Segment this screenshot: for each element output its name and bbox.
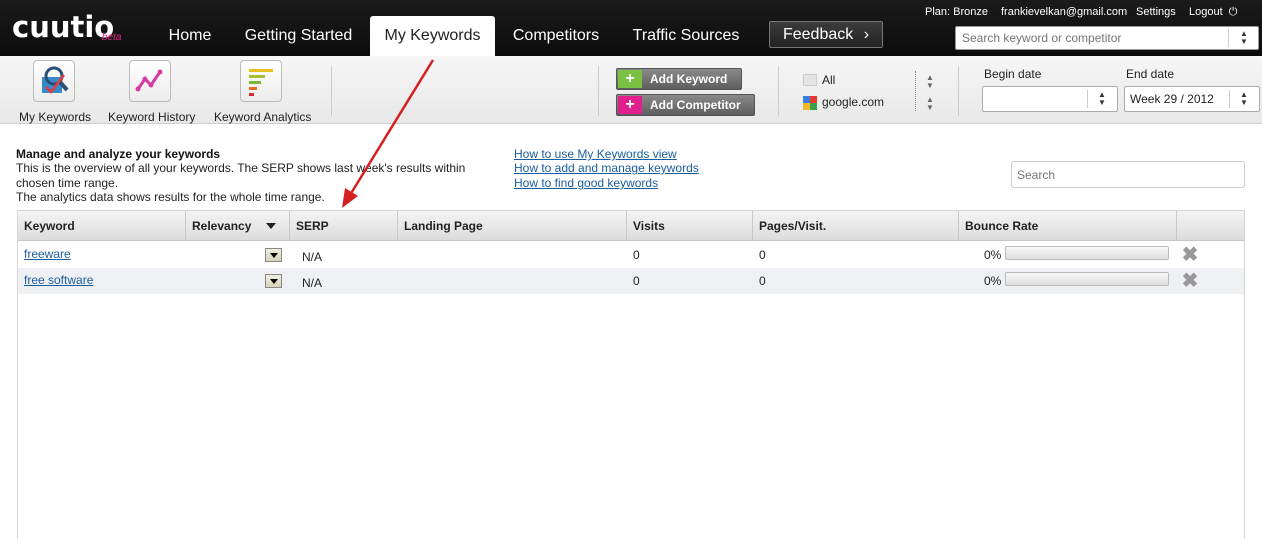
tool-my-keywords-label: My Keywords (19, 110, 92, 124)
plus-icon: + (618, 96, 642, 114)
power-icon: ⏻ (1228, 6, 1238, 18)
serp-value: N/A (302, 276, 323, 290)
delete-icon[interactable]: ✖ (1181, 245, 1199, 265)
serp-value: N/A (302, 250, 323, 264)
account-email-link[interactable]: frankievelkan@gmail.com (1001, 6, 1127, 18)
table-header: Keyword Relevancy SERP Landing Page Visi… (18, 211, 1244, 241)
table-row: freeware N/A 0 0 0% ✖ (18, 242, 1244, 268)
end-date-value: Week 29 / 2012 (1130, 92, 1214, 106)
visits-value: 0 (633, 248, 640, 262)
intro-line: The analytics data shows results for the… (16, 190, 325, 204)
divider (778, 66, 779, 116)
end-date-select[interactable]: Week 29 / 2012 ▲ ▼ (1124, 86, 1260, 112)
tab-home[interactable]: Home (155, 16, 225, 56)
pages-per-visit-value: 0 (759, 274, 766, 288)
help-link-find-good-keywords[interactable]: How to find good keywords (514, 176, 658, 190)
beta-badge: beta (102, 32, 122, 43)
tab-getting-started[interactable]: Getting Started (236, 16, 361, 56)
keyword-table-search-input[interactable] (1012, 162, 1244, 187)
google-icon (803, 96, 817, 110)
column-header-keyword[interactable]: Keyword (18, 211, 186, 240)
updown-arrows-icon[interactable]: ▲ ▼ (925, 96, 935, 112)
add-keyword-label: Add Keyword (650, 72, 728, 86)
relevancy-dropdown-button[interactable] (265, 248, 282, 262)
divider (1228, 29, 1229, 47)
sort-desc-icon (266, 223, 276, 229)
divider (1229, 90, 1230, 108)
add-competitor-button[interactable]: + Add Competitor (616, 94, 755, 116)
divider (598, 66, 599, 116)
begin-date-select[interactable]: ▲ ▼ (982, 86, 1118, 112)
intro-line: This is the overview of all your keyword… (16, 161, 466, 175)
bounce-rate-value: 0% (984, 248, 1002, 262)
column-header-actions (1177, 211, 1244, 240)
tool-my-keywords[interactable]: My Keywords (14, 60, 94, 124)
keyword-competitor-search: ▲▼ (955, 26, 1259, 50)
add-competitor-label: Add Competitor (650, 98, 741, 112)
divider (331, 66, 332, 116)
magnifier-checklist-icon (33, 60, 75, 102)
toolbar: My Keywords Keyword History Keyword Anal… (0, 56, 1262, 124)
tool-keyword-history[interactable]: Keyword History (104, 60, 204, 124)
divider (958, 66, 959, 116)
help-link-my-keywords-view[interactable]: How to use My Keywords view (514, 147, 677, 161)
flag-icon (803, 74, 817, 86)
column-header-relevancy[interactable]: Relevancy (186, 211, 290, 240)
divider (1087, 90, 1088, 108)
delete-icon[interactable]: ✖ (1181, 271, 1199, 291)
column-header-landing-page[interactable]: Landing Page (398, 211, 627, 240)
updown-arrows-icon: ▲ ▼ (1240, 90, 1248, 107)
intro-line: chosen time range. (16, 175, 119, 190)
table-row: free software N/A 0 0 0% ✖ (18, 268, 1244, 294)
keywords-table: Keyword Relevancy SERP Landing Page Visi… (17, 210, 1245, 539)
updown-arrows-icon: ▲ ▼ (1098, 90, 1106, 107)
keyword-link[interactable]: freeware (24, 247, 71, 261)
chevron-right-icon: › (863, 26, 870, 43)
keyword-link[interactable]: free software (24, 273, 93, 287)
bar-list-icon (240, 60, 282, 102)
engine-option-google[interactable]: google.com (803, 95, 933, 111)
tab-competitors[interactable]: Competitors (503, 16, 609, 56)
tool-keyword-analytics[interactable]: Keyword Analytics (212, 60, 314, 124)
intro-title: Manage and analyze your keywords (16, 147, 221, 161)
column-header-relevancy-label: Relevancy (192, 219, 252, 233)
column-header-visits[interactable]: Visits (627, 211, 753, 240)
relevancy-dropdown-button[interactable] (265, 274, 282, 288)
engine-google-label: google.com (822, 95, 885, 109)
updown-arrows-icon[interactable]: ▲ ▼ (925, 74, 935, 90)
intro-text: This is the overview of all your keyword… (16, 161, 496, 205)
engine-all-label: All (822, 73, 836, 87)
feedback-label: Feedback (782, 26, 854, 43)
logout-link[interactable]: Logout ⏻ (1189, 6, 1237, 19)
tab-traffic-sources[interactable]: Traffic Sources (622, 16, 750, 56)
bounce-rate-bar (1005, 246, 1169, 260)
updown-arrows-icon[interactable]: ▲ ▼ (1239, 30, 1249, 46)
tab-my-keywords[interactable]: My Keywords (370, 16, 495, 56)
add-keyword-button[interactable]: + Add Keyword (616, 68, 742, 90)
help-link-add-manage-keywords[interactable]: How to add and manage keywords (514, 161, 699, 175)
bounce-rate-bar (1005, 272, 1169, 286)
feedback-button[interactable]: Feedback › (769, 21, 883, 48)
keyword-competitor-search-input[interactable] (956, 27, 1226, 49)
engine-option-all[interactable]: All (803, 73, 933, 89)
dotted-divider (915, 71, 916, 111)
bounce-rate-value: 0% (984, 274, 1002, 288)
settings-link[interactable]: Settings (1136, 6, 1176, 18)
tool-keyword-analytics-label: Keyword Analytics (214, 110, 312, 124)
account-links: Plan: Bronze frankievelkan@gmail.com Set… (0, 6, 1262, 20)
end-date-label: End date (1126, 67, 1175, 81)
column-header-serp[interactable]: SERP (290, 211, 398, 240)
keyword-table-search (1011, 161, 1245, 188)
logout-label: Logout (1189, 6, 1223, 18)
plan-label: Plan: Bronze (925, 6, 988, 18)
top-bar: cuutio beta Home Getting Started My Keyw… (0, 0, 1262, 56)
column-header-pages-per-visit[interactable]: Pages/Visit. (753, 211, 959, 240)
tool-keyword-history-label: Keyword History (108, 110, 196, 124)
line-chart-icon (129, 60, 171, 102)
begin-date-label: Begin date (984, 67, 1042, 81)
column-header-bounce-rate[interactable]: Bounce Rate (959, 211, 1177, 240)
plus-icon: + (618, 70, 642, 88)
pages-per-visit-value: 0 (759, 248, 766, 262)
visits-value: 0 (633, 274, 640, 288)
